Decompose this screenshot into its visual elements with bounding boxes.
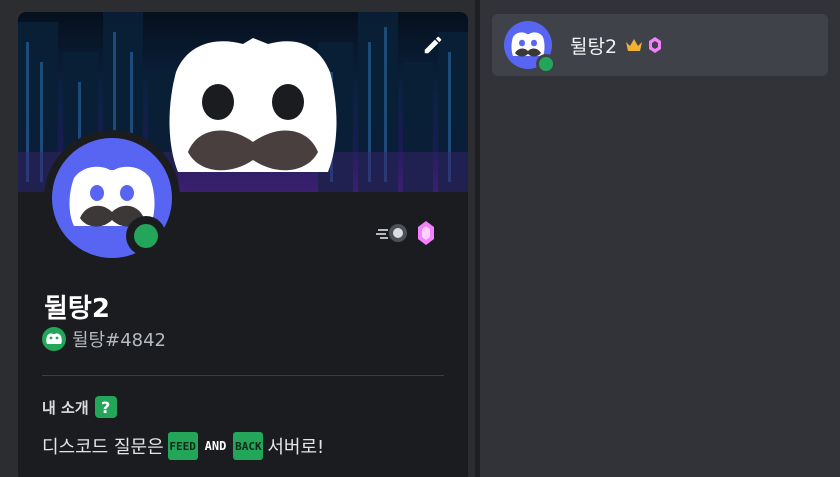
about-me-heading: 내 소개 ?	[42, 396, 117, 418]
username-tag: 뒬탕#4842	[72, 330, 167, 351]
pencil-icon	[424, 36, 442, 54]
online-status-indicator	[126, 216, 166, 256]
nitro-gem-badge[interactable]	[416, 220, 436, 250]
bio-suffix: 서버로!	[267, 437, 325, 458]
display-name: 뒬탕2	[44, 294, 110, 324]
profile-badges	[376, 220, 436, 250]
crown-icon	[626, 39, 643, 51]
discord-window: 뒬탕2 뒬탕#4842 내 소개 ? 디스코드 질문은 FEED AND BAC…	[0, 0, 840, 477]
member-badges	[625, 36, 662, 54]
edit-profile-button[interactable]	[422, 34, 448, 60]
small-avatar-icon	[42, 327, 66, 351]
about-me-label: 내 소개	[42, 398, 89, 417]
nitro-gem-icon	[649, 37, 662, 53]
and-emote: AND	[204, 438, 227, 453]
user-profile-card: 뒬탕2 뒬탕#4842 내 소개 ? 디스코드 질문은 FEED AND BAC…	[18, 12, 468, 477]
pane-divider	[475, 0, 480, 477]
speed-boost-badge[interactable]	[376, 222, 410, 248]
member-online-indicator	[536, 54, 556, 74]
feed-emote: FEED	[167, 432, 198, 460]
member-list-item[interactable]: 뒬탕2	[492, 14, 828, 76]
section-divider	[42, 375, 444, 376]
back-emote: BACK	[233, 432, 264, 460]
bio-prefix: 디스코드 질문은	[42, 437, 164, 458]
username-row: 뒬탕#4842	[42, 326, 166, 352]
member-name: 뒬탕2	[570, 35, 618, 58]
about-me-text: 디스코드 질문은 FEED AND BACK 서버로!	[42, 432, 324, 460]
question-emoji-icon: ?	[94, 396, 117, 418]
